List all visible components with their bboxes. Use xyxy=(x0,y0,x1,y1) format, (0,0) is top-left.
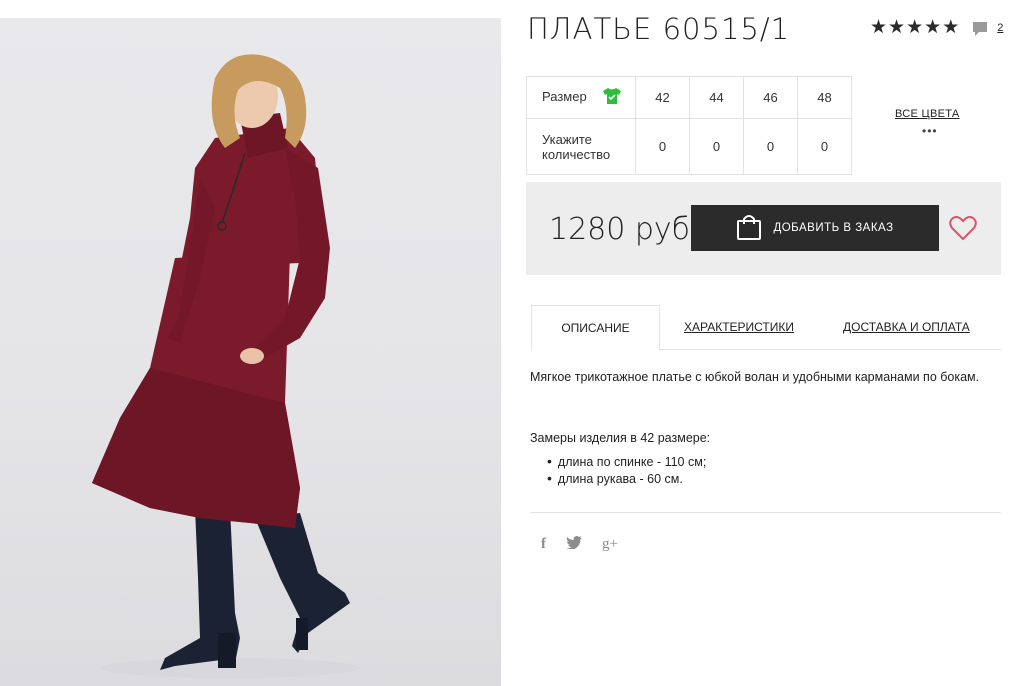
size-label-cell: Размер xyxy=(526,76,636,119)
buy-box: 1280 руб ДОБАВИТЬ В ЗАКАЗ xyxy=(526,182,1001,275)
star-icon[interactable]: ★ xyxy=(906,18,923,37)
size-label: Размер xyxy=(542,88,587,104)
star-icon[interactable]: ★ xyxy=(942,18,959,37)
product-tabs: ОПИСАНИЕ ХАРАКТЕРИСТИКИ ДОСТАВКА И ОПЛАТ… xyxy=(531,305,1001,351)
comment-icon xyxy=(972,21,988,36)
tab-delivery-payment[interactable]: ДОСТАВКА И ОПЛАТА xyxy=(843,305,970,350)
star-icon[interactable]: ★ xyxy=(870,18,887,37)
product-title: ПЛАТЬЕ 60515/1 xyxy=(527,12,791,46)
size-option[interactable]: 46 xyxy=(743,76,798,119)
star-icon[interactable]: ★ xyxy=(924,18,941,37)
measurements-title: Замеры изделия в 42 размере: xyxy=(530,431,711,445)
heart-icon[interactable] xyxy=(949,215,977,246)
price: 1280 руб xyxy=(549,212,691,247)
google-plus-icon[interactable]: g+ xyxy=(602,536,618,553)
product-description: Мягкое трикотажное платье с юбкой волан … xyxy=(530,370,980,384)
quantity-input[interactable]: 0 xyxy=(689,118,744,175)
list-item: длина по спинке - 110 см; xyxy=(547,453,706,470)
rating: ★ ★ ★ ★ ★ 2 xyxy=(870,18,1003,37)
tab-characteristics[interactable]: ХАРАКТЕРИСТИКИ xyxy=(684,305,794,350)
quantity-input[interactable]: 0 xyxy=(635,118,690,175)
measurements-list: длина по спинке - 110 см; длина рукава -… xyxy=(547,453,706,487)
tshirt-icon[interactable] xyxy=(602,87,622,108)
twitter-icon[interactable] xyxy=(566,536,582,553)
size-option[interactable]: 42 xyxy=(635,76,690,119)
list-item: длина рукава - 60 см. xyxy=(547,470,706,487)
reviews-count-link[interactable]: 2 xyxy=(997,22,1003,34)
quantity-input[interactable]: 0 xyxy=(743,118,798,175)
product-photo xyxy=(0,18,501,686)
add-to-order-label: ДОБАВИТЬ В ЗАКАЗ xyxy=(773,222,894,234)
quantity-label: Укажите количество xyxy=(526,118,636,175)
star-icon[interactable]: ★ xyxy=(888,18,905,37)
size-table: Размер 42 44 46 48 Укажите количество 0 … xyxy=(526,76,852,175)
quantity-input[interactable]: 0 xyxy=(797,118,852,175)
shopping-bag-icon xyxy=(736,213,762,244)
tab-description[interactable]: ОПИСАНИЕ xyxy=(531,305,660,351)
size-option[interactable]: 44 xyxy=(689,76,744,119)
size-option[interactable]: 48 xyxy=(797,76,852,119)
all-colors-link[interactable]: ВСЕ ЦВЕТА xyxy=(895,108,960,120)
more-colors-dots[interactable]: ••• xyxy=(922,124,938,138)
facebook-icon[interactable]: f xyxy=(541,536,546,553)
model-illustration xyxy=(92,54,360,678)
add-to-order-button[interactable]: ДОБАВИТЬ В ЗАКАЗ xyxy=(691,205,939,251)
divider xyxy=(530,512,1001,513)
social-share: f g+ xyxy=(541,536,618,553)
